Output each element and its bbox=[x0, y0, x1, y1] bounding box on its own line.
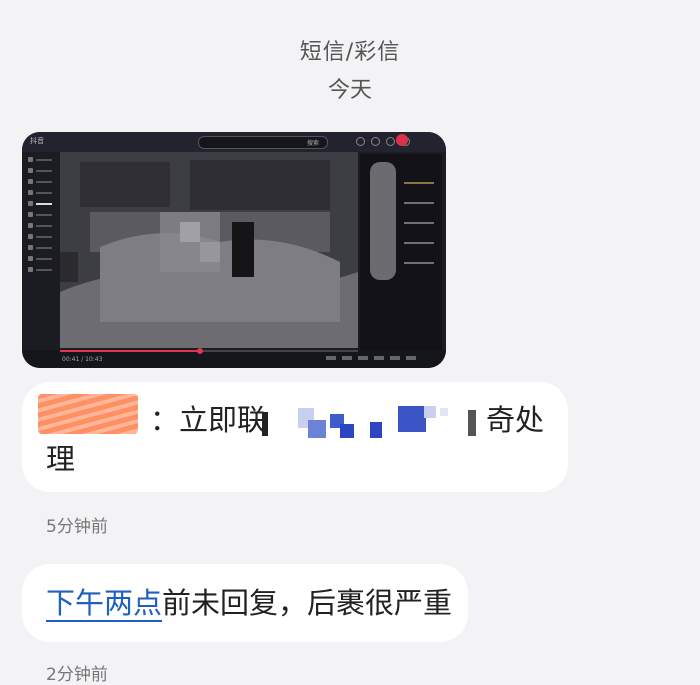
mms-image-attachment[interactable]: 抖音 搜索 00:41 / 10:43 bbox=[22, 132, 446, 368]
mms-progress-knob bbox=[197, 348, 204, 354]
mms-search-label: 搜索 bbox=[306, 140, 319, 147]
mms-sidebar-item bbox=[26, 232, 60, 242]
mms-icon-3 bbox=[386, 137, 395, 146]
mms-app-label: 抖音 bbox=[30, 137, 44, 145]
message-1-text-line2: 理 bbox=[46, 442, 76, 476]
mms-video-pixelated-scene bbox=[60, 152, 358, 348]
mms-sidebar-item bbox=[26, 166, 60, 176]
mms-sidebar-item bbox=[26, 177, 60, 187]
mms-timecode: 00:41 / 10:43 bbox=[62, 356, 103, 363]
message-2-timestamp: 2分钟前 bbox=[46, 665, 108, 685]
message-1-timestamp: 5分钟前 bbox=[46, 517, 108, 537]
mms-sidebar-item bbox=[26, 243, 60, 253]
mms-sidebar-item bbox=[26, 210, 60, 220]
mms-progress-fill bbox=[60, 350, 201, 352]
mms-sidebar-item bbox=[26, 188, 60, 198]
mms-sidebar-item-active bbox=[26, 199, 60, 209]
sender-redaction-scribble bbox=[38, 394, 138, 434]
mms-list-row bbox=[404, 262, 434, 264]
mms-list-row bbox=[404, 182, 434, 184]
mms-avatar bbox=[396, 134, 408, 146]
mms-search-box: 搜索 bbox=[198, 136, 328, 149]
conversation-type-title: 短信/彩信 bbox=[299, 40, 401, 65]
time-link[interactable]: 下午两点 bbox=[46, 586, 163, 622]
mms-control-icons bbox=[326, 356, 416, 360]
mms-right-panel bbox=[360, 154, 442, 350]
mms-list-row bbox=[404, 222, 434, 224]
mms-sidebar-item bbox=[26, 265, 60, 275]
date-separator: 今天 bbox=[327, 78, 372, 103]
mms-sidebar-item bbox=[26, 221, 60, 231]
mms-player-controls: 00:41 / 10:43 bbox=[22, 348, 446, 368]
phone-number-pixelation bbox=[262, 406, 476, 438]
mms-list-row bbox=[404, 242, 434, 244]
mms-sidebar-item bbox=[26, 254, 60, 264]
message-2-text: 下午两点前未回复，后裹很严重 bbox=[46, 580, 452, 626]
mms-list-row bbox=[404, 202, 434, 204]
sms-thread-screen: 短信/彩信 今天 抖音 搜索 00:41 / 10:43 ：立即联 奇处 理 5… bbox=[0, 0, 700, 685]
message-2-body: 前未回复，后裹很严重 bbox=[162, 586, 453, 620]
mms-icon-2 bbox=[371, 137, 380, 146]
mms-sidebar bbox=[26, 154, 60, 344]
mms-blurred-video-frame bbox=[60, 152, 358, 348]
message-1-text-start: ：立即联 bbox=[150, 403, 267, 437]
mms-app-topbar: 抖音 搜索 bbox=[22, 132, 446, 152]
message-1-text-end: 奇处 bbox=[486, 403, 545, 437]
mms-blurred-thumbnail bbox=[370, 162, 396, 280]
mms-icon-1 bbox=[356, 137, 365, 146]
mms-progress-track bbox=[60, 348, 358, 354]
mms-sidebar-item bbox=[26, 155, 60, 165]
